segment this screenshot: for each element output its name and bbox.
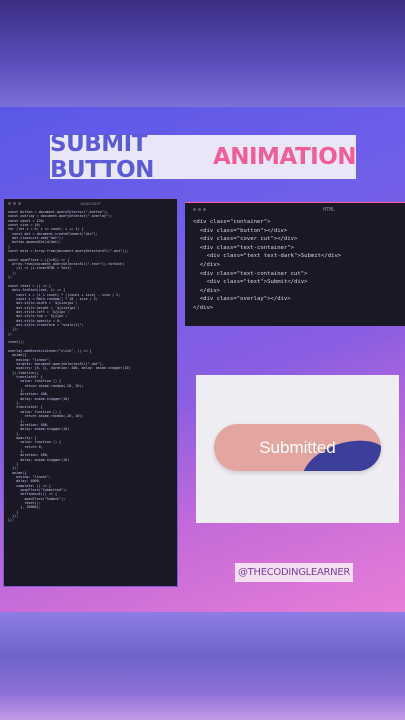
bottom-band <box>0 612 405 720</box>
minimize-dot-icon <box>198 208 201 211</box>
preview-panel: Submitted <box>196 375 399 523</box>
title-word-2: ANIMATION <box>212 144 357 170</box>
window-tab-label: HTML <box>322 206 335 213</box>
javascript-code-window[interactable]: JAVASCRIPT const button = document.query… <box>3 198 178 587</box>
top-band <box>0 0 405 107</box>
maximize-dot-icon <box>203 208 206 211</box>
window-tab-label: JAVASCRIPT <box>79 201 102 206</box>
html-code-window[interactable]: HTML <div class="container"> <div class=… <box>185 202 405 326</box>
title-word-1: SUBMIT BUTTON <box>50 131 154 183</box>
window-title-bar: HTML <box>185 203 405 216</box>
submit-button-label: Submitted <box>259 437 336 457</box>
submit-button[interactable]: Submitted <box>214 424 381 471</box>
window-controls <box>193 208 206 211</box>
javascript-code[interactable]: const button = document.querySelector(".… <box>4 208 177 525</box>
html-code[interactable]: <div class="container"> <div class="butt… <box>185 216 405 315</box>
close-dot-icon <box>193 208 196 211</box>
window-title-bar: JAVASCRIPT <box>4 199 177 208</box>
page-title: SUBMIT BUTTON ANIMATION <box>50 131 357 183</box>
author-handle: @THECODINGLEARNER <box>235 563 353 582</box>
